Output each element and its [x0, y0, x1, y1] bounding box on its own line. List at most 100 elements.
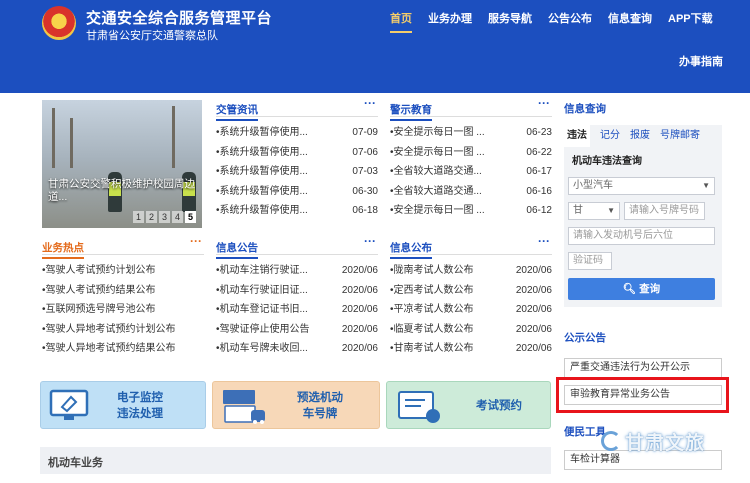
list-item[interactable]: •驾驶人异地考试预约计划公布 [42, 320, 204, 340]
button-label: 查询 [639, 283, 661, 295]
item-title[interactable]: •系统升级暂停使用... [216, 182, 308, 202]
item-title[interactable]: •机动车号牌未收回... [216, 339, 308, 359]
nav-business[interactable]: 业务办理 [428, 10, 472, 26]
item-title[interactable]: •平凉考试人数公布 [390, 300, 474, 320]
slider-caption[interactable]: 甘肃公安交警积极维护校园周边道... [48, 178, 198, 204]
item-title[interactable]: •甘南考试人数公布 [390, 339, 474, 359]
site-title[interactable]: 交通安全综合服务管理平台 [86, 7, 272, 28]
slider-pagination: 1 2 3 4 5 [131, 211, 196, 223]
list-item[interactable]: •系统升级暂停使用... 07-09 [216, 123, 378, 143]
captcha-input[interactable]: 验证码 [568, 252, 612, 270]
news-list: •系统升级暂停使用... 07-09 •系统升级暂停使用... 07-06 •系统升… [216, 123, 378, 221]
police-emblem-icon [42, 6, 76, 40]
province-select[interactable]: 甘 ▼ [568, 202, 620, 220]
item-date: 2020/06 [341, 343, 378, 355]
list-item[interactable]: •安全提示每日一图 ... 06-23 [390, 123, 552, 143]
more-link[interactable]: ··· [190, 234, 202, 248]
preselect-plate-service-button[interactable]: 预选机动 车号牌 [212, 381, 380, 429]
list-item[interactable]: •平凉考试人数公布 2020/06 [390, 300, 552, 320]
list-item[interactable]: •甘南考试人数公布 2020/06 [390, 339, 552, 359]
list-item[interactable]: •安全提示每日一图 ... 06-12 [390, 201, 552, 221]
item-title[interactable]: •陇南考试人数公布 [390, 261, 474, 281]
item-title[interactable]: •安全提示每日一图 ... [390, 201, 485, 221]
tab-violation[interactable]: 违法 [564, 125, 590, 147]
list-item[interactable]: •互联网预选号牌号池公布 [42, 300, 204, 320]
list-item[interactable]: •全省较大道路交通... 06-17 [390, 162, 552, 182]
item-title[interactable]: •定西考试人数公布 [390, 281, 474, 301]
item-title[interactable]: •驾驶人异地考试预约结果公布 [42, 339, 176, 359]
list-item[interactable]: •机动车号牌未收回... 2020/06 [216, 339, 378, 359]
motor-vehicle-business-bar[interactable]: 机动车业务 [40, 447, 551, 474]
panel-title[interactable]: 警示教育 [390, 102, 432, 121]
more-link[interactable]: ··· [538, 96, 550, 110]
slider-dot[interactable]: 2 [146, 211, 157, 223]
more-link[interactable]: ··· [538, 234, 550, 248]
item-title[interactable]: •机动车登记证书旧... [216, 300, 308, 320]
item-title[interactable]: •系统升级暂停使用... [216, 162, 308, 182]
item-title[interactable]: •全省较大道路交通... [390, 182, 482, 202]
item-title[interactable]: •系统升级暂停使用... [216, 123, 308, 143]
query-button[interactable]: 🔍︎ 查询 [568, 278, 715, 300]
info-notice-panel: 信息公告 ··· •机动车注销行驶证... 2020/06 •机动车行驶证旧证..… [216, 234, 378, 359]
nav-announcements[interactable]: 公告公布 [548, 10, 592, 26]
tab-points[interactable]: 记分 [596, 125, 620, 147]
list-item[interactable]: •系统升级暂停使用... 06-18 [216, 201, 378, 221]
list-item[interactable]: •陇南考试人数公布 2020/06 [390, 261, 552, 281]
list-item[interactable]: •系统升级暂停使用... 06-30 [216, 182, 378, 202]
item-title[interactable]: •机动车行驶证旧证... [216, 281, 308, 301]
item-title[interactable]: •安全提示每日一图 ... [390, 123, 485, 143]
nav-app-download[interactable]: APP下载 [668, 10, 713, 26]
list-item[interactable]: •系统升级暂停使用... 07-03 [216, 162, 378, 182]
panel-title[interactable]: 交管资讯 [216, 102, 258, 121]
nav-service-guide[interactable]: 服务导航 [488, 10, 532, 26]
item-title[interactable]: •全省较大道路交通... [390, 162, 482, 182]
item-date: 06-12 [526, 205, 552, 217]
more-link[interactable]: ··· [364, 96, 376, 110]
slider-dot[interactable]: 3 [159, 211, 170, 223]
item-title[interactable]: •系统升级暂停使用... [216, 143, 308, 163]
list-item[interactable]: •全省较大道路交通... 06-16 [390, 182, 552, 202]
item-title[interactable]: •互联网预选号牌号池公布 [42, 300, 156, 320]
select-value: 甘 [573, 205, 583, 216]
item-title[interactable]: •临夏考试人数公布 [390, 320, 474, 340]
list-item[interactable]: •机动车登记证书旧... 2020/06 [216, 300, 378, 320]
guide-link[interactable]: 办事指南 [679, 53, 723, 69]
panel-title[interactable]: 信息公告 [216, 240, 258, 259]
tab-plate-mail[interactable]: 号牌邮寄 [656, 125, 700, 147]
list-item[interactable]: •机动车行驶证旧证... 2020/06 [216, 281, 378, 301]
engine-number-input[interactable]: 请输入发动机号后六位 [568, 227, 715, 245]
list-item[interactable]: •驾驶证停止使用公告 2020/06 [216, 320, 378, 340]
list-item[interactable]: •驾驶人考试预约计划公布 [42, 261, 204, 281]
announcement-item[interactable]: 严重交通违法行为公开公示 [564, 358, 722, 378]
slider-dot-active[interactable]: 5 [185, 211, 196, 223]
item-title[interactable]: •驾驶人异地考试预约计划公布 [42, 320, 176, 340]
item-date: 2020/06 [515, 284, 552, 296]
item-title[interactable]: •驾驶证停止使用公告 [216, 320, 310, 340]
list-item[interactable]: •定西考试人数公布 2020/06 [390, 281, 552, 301]
list-item[interactable]: •系统升级暂停使用... 07-06 [216, 143, 378, 163]
item-title[interactable]: •驾驶人考试预约结果公布 [42, 281, 156, 301]
slider-dot[interactable]: 4 [172, 211, 183, 223]
panel-title[interactable]: 信息公布 [390, 240, 432, 259]
nav-home[interactable]: 首页 [390, 10, 412, 33]
news-slider[interactable]: 甘肃公安交警积极维护校园周边道... 1 2 3 4 5 [42, 100, 202, 228]
list-item[interactable]: •安全提示每日一图 ... 06-22 [390, 143, 552, 163]
plate-number-input[interactable]: 请输入号牌号码 [624, 202, 705, 220]
list-item[interactable]: •驾驶人考试预约结果公布 [42, 281, 204, 301]
notice-list: •机动车注销行驶证... 2020/06 •机动车行驶证旧证... 2020/06 … [216, 261, 378, 359]
vehicle-type-select[interactable]: 小型汽车 ▼ [568, 177, 715, 195]
list-item[interactable]: •临夏考试人数公布 2020/06 [390, 320, 552, 340]
item-title[interactable]: •驾驶人考试预约计划公布 [42, 261, 156, 281]
exam-appointment-service-button[interactable]: 考试预约 [386, 381, 551, 429]
more-link[interactable]: ··· [364, 234, 376, 248]
item-title[interactable]: •机动车注销行驶证... [216, 261, 308, 281]
item-title[interactable]: •安全提示每日一图 ... [390, 143, 485, 163]
nav-info-query[interactable]: 信息查询 [608, 10, 652, 26]
panel-title[interactable]: 业务热点 [42, 240, 84, 259]
list-item[interactable]: •机动车注销行驶证... 2020/06 [216, 261, 378, 281]
item-title[interactable]: •系统升级暂停使用... [216, 201, 308, 221]
tab-scrap[interactable]: 报废 [626, 125, 650, 147]
slider-dot[interactable]: 1 [133, 211, 144, 223]
e-monitor-service-button[interactable]: 电子监控 违法处理 [40, 381, 206, 429]
list-item[interactable]: •驾驶人异地考试预约结果公布 [42, 339, 204, 359]
